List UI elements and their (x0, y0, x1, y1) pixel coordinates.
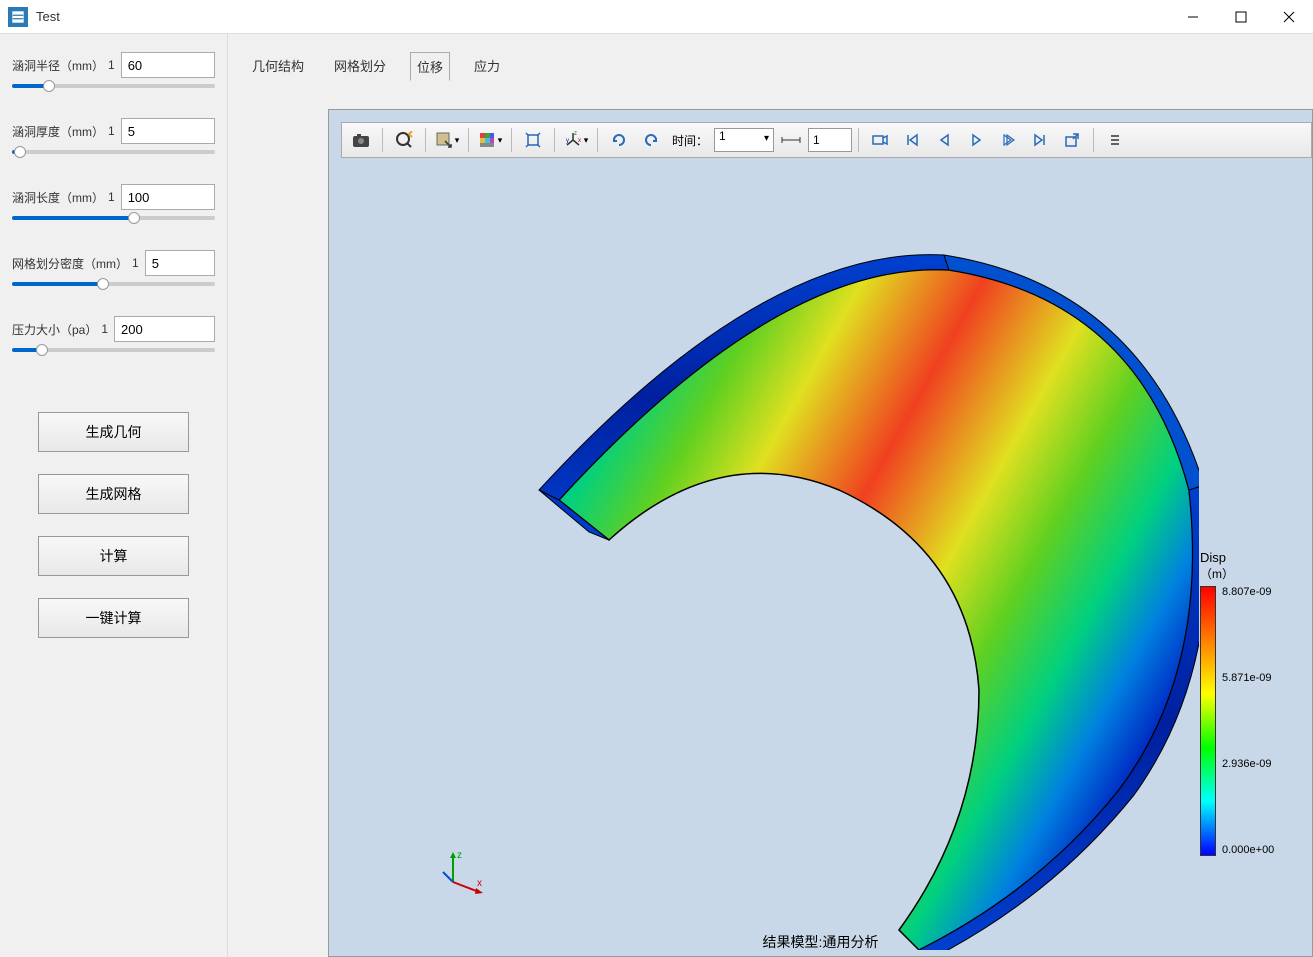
param-label: 网格划分密度（mm） (12, 255, 128, 272)
one-key-calculate-button[interactable]: 一键计算 (38, 598, 189, 638)
next-frame-button[interactable] (993, 126, 1023, 154)
param-index: 1 (132, 256, 139, 270)
mesh-density-input[interactable] (145, 250, 215, 276)
tab-mesh[interactable]: 网格划分 (328, 52, 392, 81)
rotate-cw-button[interactable] (604, 126, 634, 154)
tab-bar: 几何结构 网格划分 位移 应力 (228, 34, 1313, 87)
first-frame-button[interactable] (897, 126, 927, 154)
app-icon (8, 7, 28, 27)
svg-text:y: y (566, 138, 569, 144)
calculate-button[interactable]: 计算 (38, 536, 189, 576)
rotate-ccw-button[interactable] (636, 126, 666, 154)
legend-value: 2.936e-09 (1222, 758, 1274, 770)
viewport-footer-text: 结果模型:通用分析 (763, 932, 879, 952)
radius-slider[interactable] (12, 84, 215, 88)
axis-view-button[interactable]: zxy ▾ (561, 126, 591, 154)
quick-access-button[interactable] (389, 126, 419, 154)
pressure-input[interactable] (114, 316, 215, 342)
legend-title: Disp (1200, 550, 1300, 565)
param-thickness: 涵洞厚度（mm） 1 (12, 118, 215, 154)
expand-icon[interactable] (1100, 126, 1130, 154)
tab-geometry[interactable]: 几何结构 (246, 52, 310, 81)
param-index: 1 (108, 190, 115, 204)
close-button[interactable] (1265, 0, 1313, 34)
timescale-icon[interactable] (776, 126, 806, 154)
play-button[interactable] (961, 126, 991, 154)
selection-mode-button[interactable]: ▾ (432, 126, 462, 154)
param-label: 涵洞厚度（mm） (12, 123, 104, 140)
svg-text:z: z (457, 850, 462, 861)
param-length: 涵洞长度（mm） 1 (12, 184, 215, 220)
length-input[interactable] (121, 184, 215, 210)
length-slider[interactable] (12, 216, 215, 220)
frame-spinner[interactable]: 1 (808, 128, 852, 152)
svg-text:x: x (578, 138, 581, 144)
maximize-button[interactable] (1217, 0, 1265, 34)
viewport[interactable]: ▾ ▾ zxy ▾ (328, 109, 1313, 957)
minimize-button[interactable] (1169, 0, 1217, 34)
color-legend: Disp （m） 8.807e-09 5.871e-09 2.936e-09 0… (1200, 550, 1300, 856)
time-select[interactable]: 1 (714, 128, 774, 152)
svg-text:x: x (477, 878, 482, 889)
param-index: 1 (101, 322, 108, 336)
legend-value: 5.871e-09 (1222, 672, 1274, 684)
record-button[interactable] (865, 126, 895, 154)
time-label: 时间： (672, 132, 708, 149)
legend-unit: （m） (1200, 565, 1300, 582)
mesh-density-slider[interactable] (12, 282, 215, 286)
thickness-input[interactable] (121, 118, 215, 144)
viewport-toolbar: ▾ ▾ zxy ▾ (341, 122, 1312, 158)
param-label: 压力大小（pa） (12, 321, 97, 338)
tab-displacement[interactable]: 位移 (410, 52, 450, 81)
pressure-slider[interactable] (12, 348, 215, 352)
window-title: Test (36, 9, 60, 24)
thickness-slider[interactable] (12, 150, 215, 154)
camera-screenshot-button[interactable] (346, 126, 376, 154)
axis-triad-icon: z x (439, 848, 487, 896)
tab-stress[interactable]: 应力 (468, 52, 506, 81)
export-button[interactable] (1057, 126, 1087, 154)
prev-frame-button[interactable] (929, 126, 959, 154)
param-mesh-density: 网格划分密度（mm） 1 (12, 250, 215, 286)
generate-mesh-button[interactable]: 生成网格 (38, 474, 189, 514)
param-index: 1 (108, 124, 115, 138)
color-contour-button[interactable]: ▾ (475, 126, 505, 154)
param-index: 1 (108, 58, 115, 72)
legend-value: 0.000e+00 (1222, 844, 1274, 856)
fit-view-button[interactable] (518, 126, 548, 154)
legend-bar (1200, 586, 1216, 856)
sidebar: 涵洞半径（mm） 1 涵洞厚度（mm） 1 涵洞长度（mm） 1 (0, 34, 228, 957)
param-radius: 涵洞半径（mm） 1 (12, 52, 215, 88)
legend-value: 8.807e-09 (1222, 586, 1274, 598)
last-frame-button[interactable] (1025, 126, 1055, 154)
param-pressure: 压力大小（pa） 1 (12, 316, 215, 352)
svg-text:z: z (574, 131, 577, 137)
radius-input[interactable] (121, 52, 215, 78)
param-label: 涵洞半径（mm） (12, 57, 104, 74)
model-view (439, 230, 1199, 950)
generate-geometry-button[interactable]: 生成几何 (38, 412, 189, 452)
param-label: 涵洞长度（mm） (12, 189, 104, 206)
